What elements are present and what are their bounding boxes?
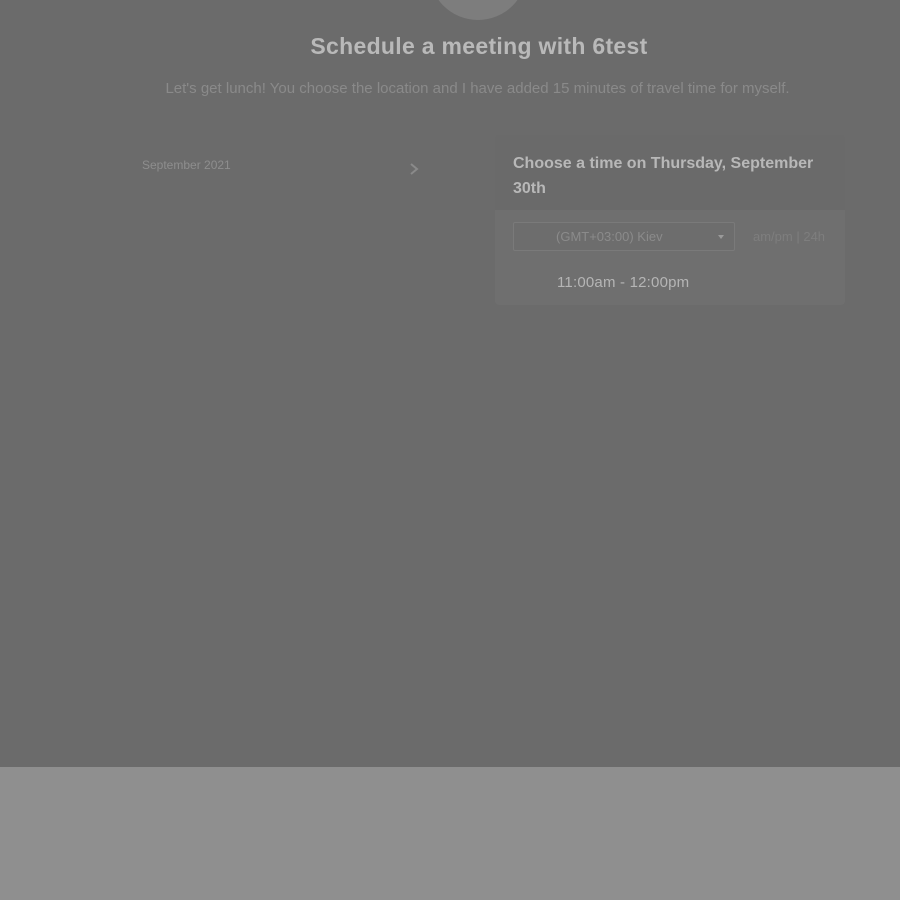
- calendar-month-label: September 2021: [142, 158, 231, 172]
- time-format-toggle: am/pm | 24h: [753, 229, 825, 244]
- time-slot[interactable]: 11:00am - 12:00pm: [557, 274, 689, 291]
- chevron-right-icon: [410, 163, 419, 175]
- caret-down-icon: [718, 235, 724, 239]
- timezone-value: (GMT+03:00) Kiev: [556, 229, 663, 244]
- modal-backdrop: Schedule a meeting with 6test Let's get …: [0, 0, 900, 767]
- format-separator: |: [792, 229, 804, 244]
- format-24h-option[interactable]: 24h: [803, 229, 825, 244]
- event-description: Let's get lunch! You choose the location…: [165, 80, 790, 97]
- page-title: Schedule a meeting with 6test: [310, 33, 648, 59]
- time-picker-header: Choose a time on Thursday, September 30t…: [495, 135, 845, 210]
- timezone-select[interactable]: (GMT+03:00) Kiev: [513, 222, 735, 251]
- host-avatar: [429, 0, 527, 20]
- time-picker-panel: Choose a time on Thursday, September 30t…: [495, 135, 845, 305]
- format-ampm-option[interactable]: am/pm: [753, 229, 793, 244]
- next-month-button[interactable]: [405, 160, 423, 178]
- time-picker-title: Choose a time on Thursday, September 30t…: [513, 155, 814, 197]
